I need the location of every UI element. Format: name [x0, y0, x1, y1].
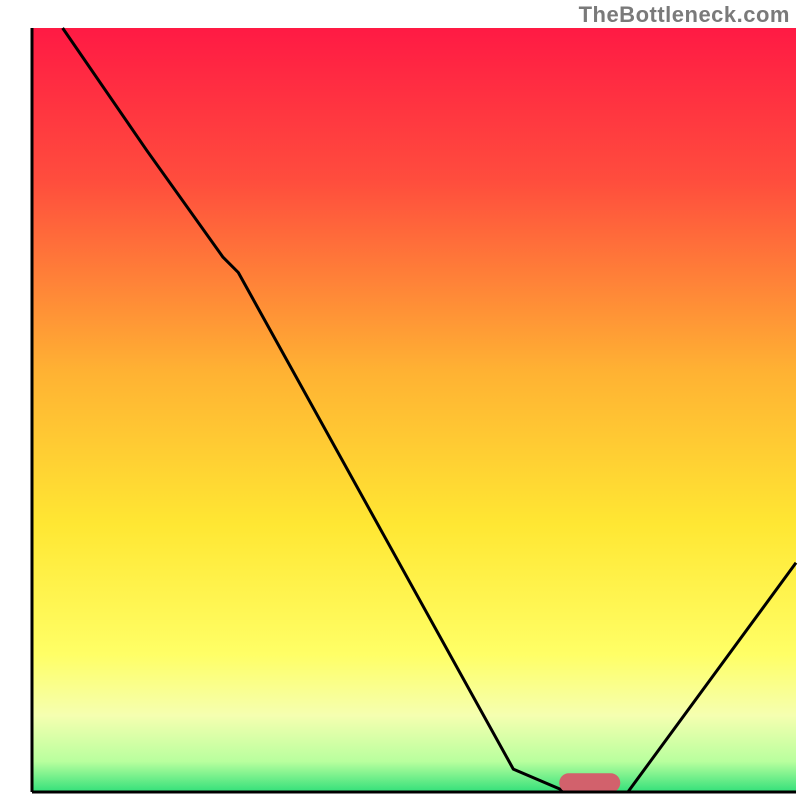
bottleneck-chart [0, 0, 800, 800]
chart-container: TheBottleneck.com [0, 0, 800, 800]
optimal-marker [559, 773, 620, 792]
watermark-text: TheBottleneck.com [579, 2, 790, 28]
chart-background [32, 28, 796, 792]
